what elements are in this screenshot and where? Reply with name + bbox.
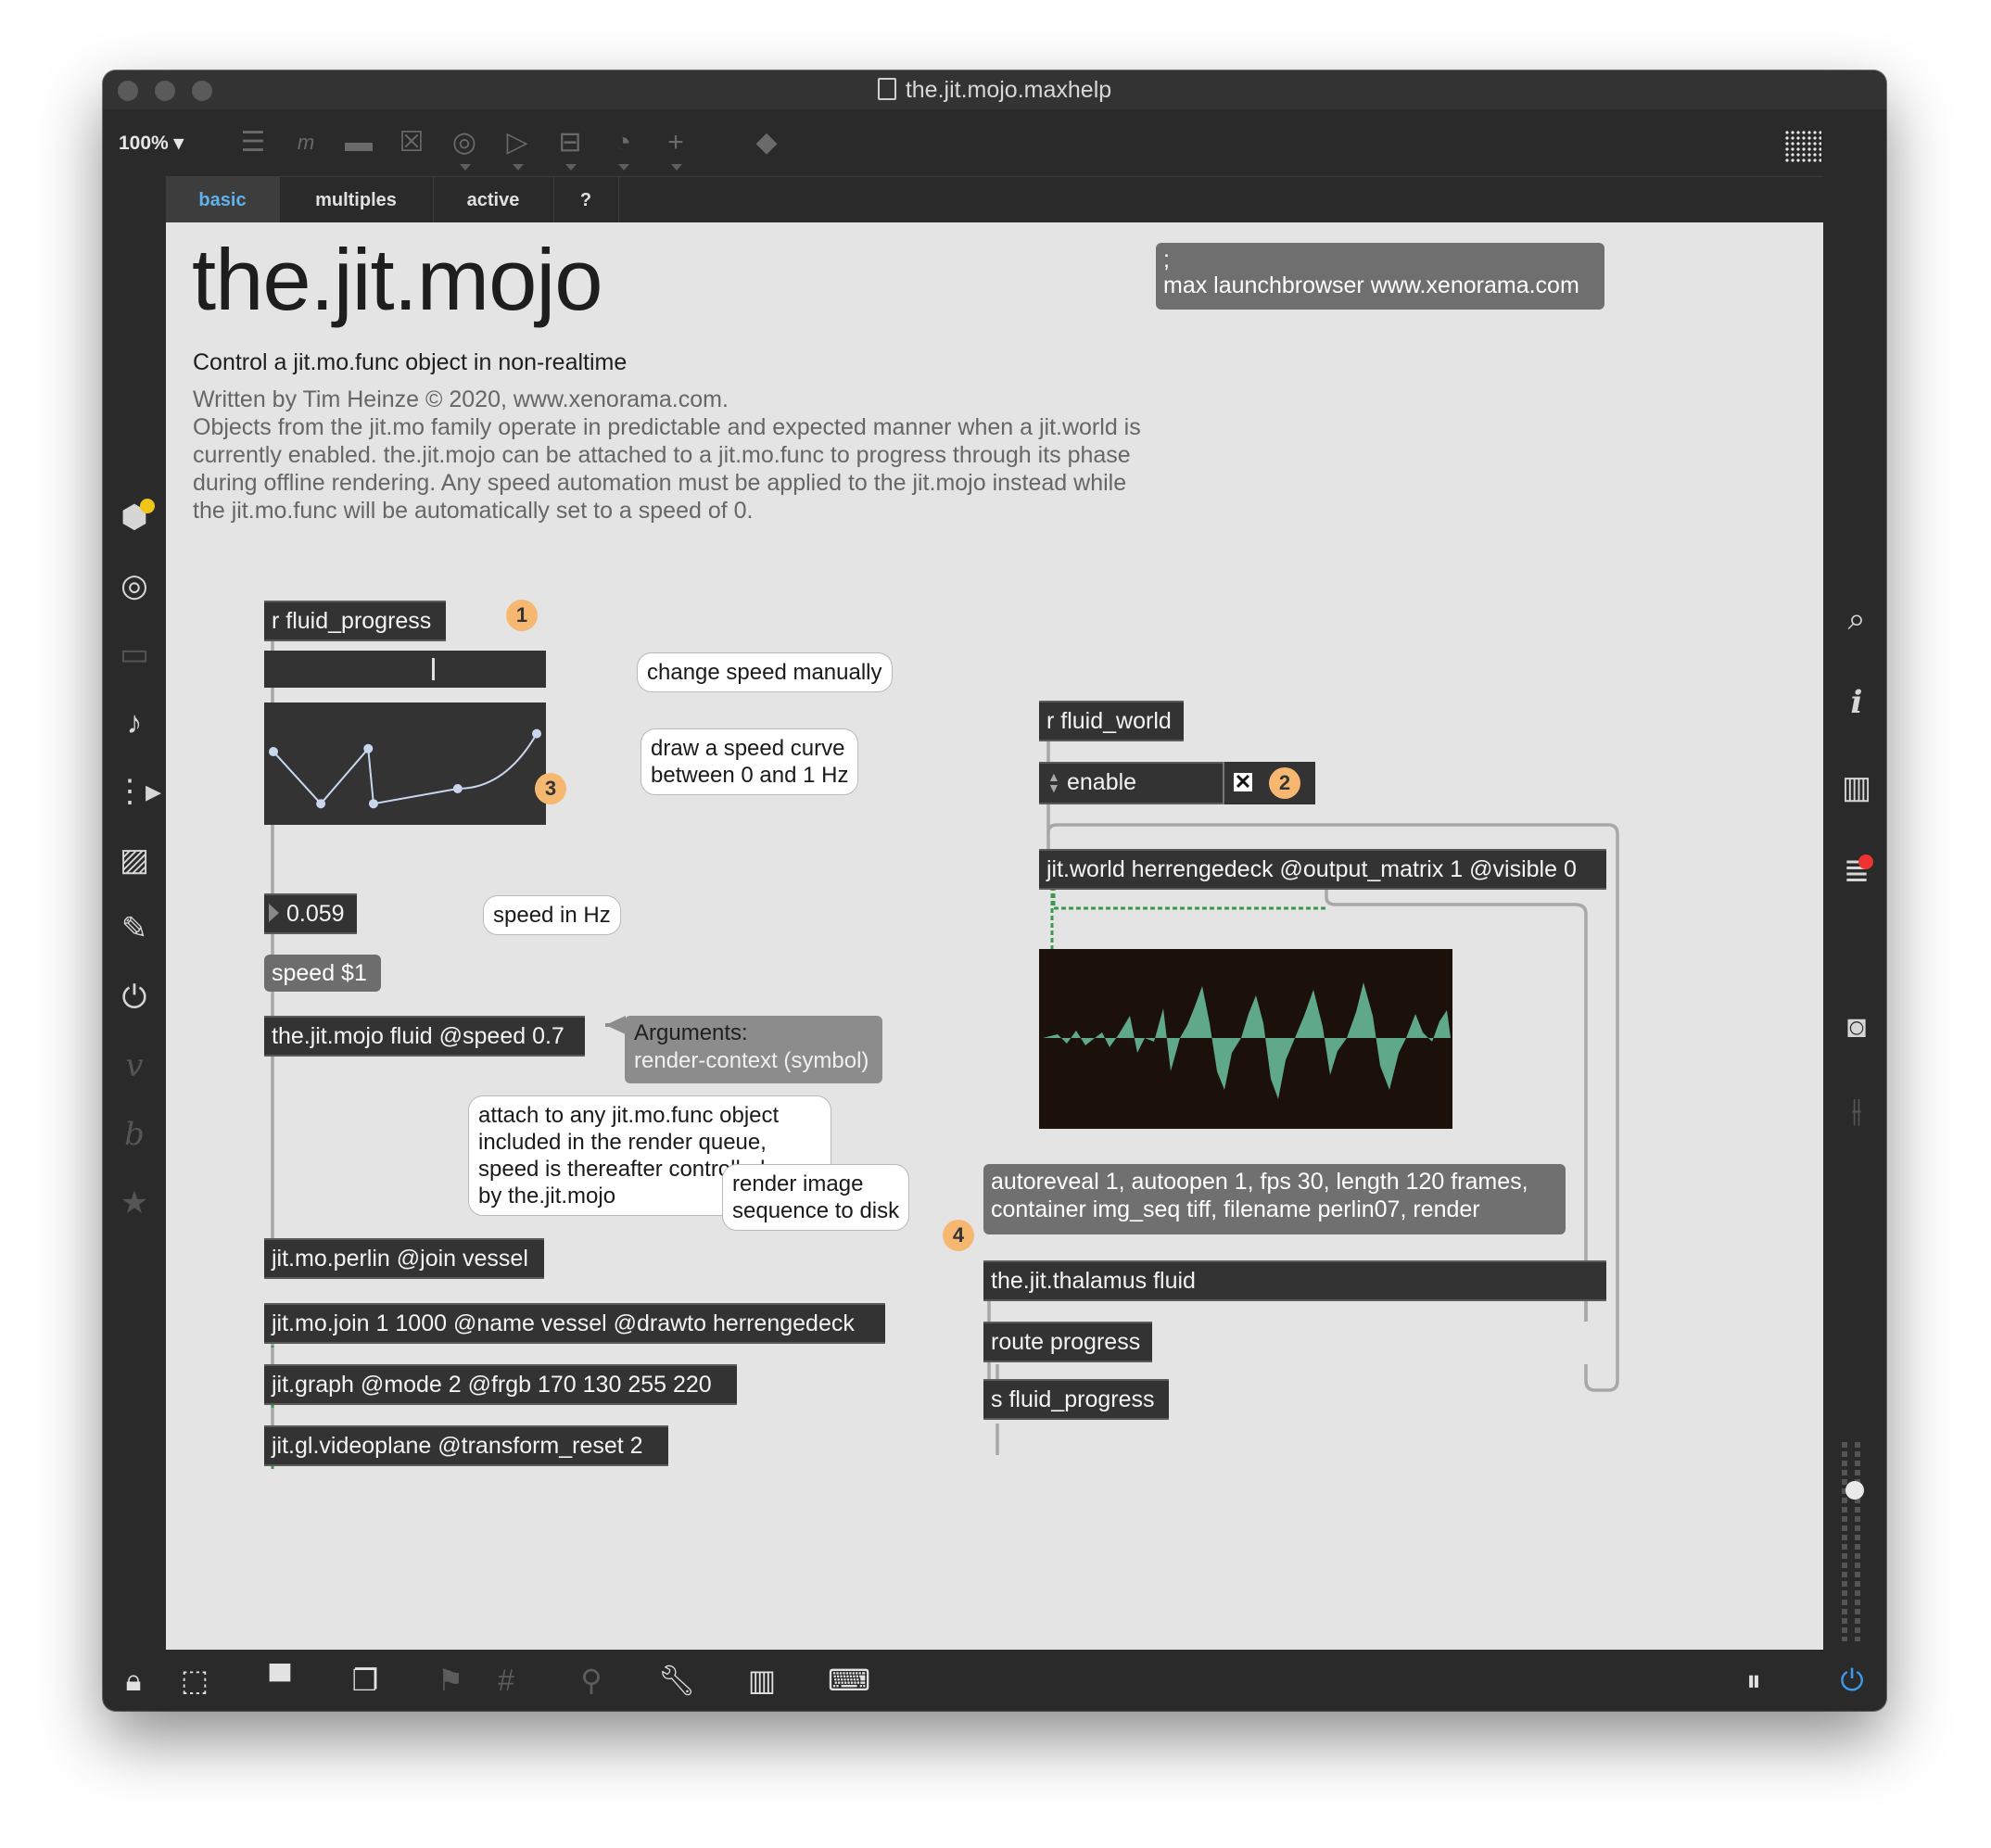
curve-breakpoint[interactable] (269, 747, 278, 757)
target-icon[interactable]: ◎ (114, 565, 155, 606)
message-box-icon[interactable]: m (288, 125, 323, 160)
tab-active[interactable]: active (433, 177, 554, 223)
arguments-box: Arguments: render-context (symbol) (625, 1016, 882, 1083)
patch-cord-icon[interactable]: ⚲ (572, 1661, 611, 1700)
receive-fluid-world-object[interactable]: r fluid_world (1039, 701, 1184, 741)
render-message[interactable]: autoreveal 1, autoopen 1, fps 30, length… (983, 1164, 1566, 1234)
comment-speed-hz: speed in Hz (483, 895, 621, 935)
comment-change-speed: change speed manually (637, 652, 893, 692)
lock-icon[interactable]: 🔒︎ (114, 1661, 153, 1700)
description: Written by Tim Heinze © 2020, www.xenora… (193, 386, 1141, 524)
image-icon[interactable]: ▨ (114, 840, 155, 880)
add-object-icon[interactable]: + (658, 125, 693, 171)
beap-icon[interactable]: b (114, 1114, 155, 1155)
comment-render-to-disk: render image sequence to disk (722, 1164, 910, 1231)
vizzie-icon[interactable]: v (114, 1045, 155, 1086)
speed-slider-thumb[interactable] (432, 658, 435, 680)
zoom-menu[interactable]: 100% ▾ (119, 132, 184, 155)
speed-slider[interactable] (264, 651, 546, 688)
patcher-canvas[interactable]: the.jit.mojo Control a jit.mo.func objec… (166, 222, 1823, 1650)
snapshot-icon[interactable]: ◙ (1836, 1006, 1877, 1047)
edit-mode-icon[interactable]: ⬚ (175, 1661, 214, 1700)
comment-icon[interactable]: ▬ (341, 125, 376, 160)
curve-breakpoint[interactable] (452, 784, 463, 793)
slider-icon[interactable]: ⊟ (552, 125, 588, 171)
enable-toggle[interactable]: ✕ (1232, 771, 1254, 793)
jit-mo-join-object[interactable]: jit.mo.join 1 1000 @name vessel @drawto … (264, 1303, 885, 1344)
mixer-icon[interactable]: ⫲ (1836, 1090, 1877, 1131)
object-box-icon[interactable]: ☰ (235, 125, 271, 160)
curve-breakpoint[interactable] (368, 799, 378, 809)
plug-icon[interactable]: ⏻ (114, 977, 155, 1018)
window-title: the.jit.mojo.maxhelp (103, 77, 1886, 104)
presentation-icon[interactable]: ▭ (114, 634, 155, 675)
render-preview (1039, 949, 1452, 1129)
toggle-icon[interactable]: ☒ (394, 125, 429, 160)
patcher-window: the.jit.mojo.maxhelp 100% ▾ ☰ m ▬ ☒ ◎ ▷ … (103, 70, 1886, 1711)
audio-pause-icon[interactable]: ⏸ (1734, 1661, 1773, 1700)
layers-icon[interactable]: ❐ (346, 1661, 385, 1700)
document-icon (877, 78, 896, 100)
comment-draw-curve: draw a speed curve between 0 and 1 Hz (640, 728, 859, 795)
page-subtitle: Control a jit.mo.func object in non-real… (193, 349, 628, 375)
the-jit-thalamus-object[interactable]: the.jit.thalamus fluid (983, 1260, 1606, 1301)
spinner-icon: ▲ ▼ (1047, 769, 1060, 795)
button-icon[interactable]: ◎ (447, 125, 482, 171)
piano-icon[interactable]: ▥ (742, 1661, 781, 1700)
notification-dot (140, 499, 155, 513)
curve-breakpoint[interactable] (363, 743, 374, 753)
function-curve-editor[interactable] (264, 702, 546, 825)
number-box-icon[interactable]: ▷ (500, 125, 535, 171)
keyboard-icon[interactable]: ⌨ (828, 1661, 870, 1700)
step-badge-2: 2 (1269, 767, 1300, 799)
page-title: the.jit.mojo (192, 231, 603, 328)
console-alert-dot (1858, 854, 1873, 869)
info-icon[interactable]: i (1836, 682, 1877, 723)
volume-knob[interactable] (1845, 1481, 1864, 1500)
dial-icon[interactable]: ◔ (605, 125, 640, 171)
title-bar: the.jit.mojo.maxhelp (103, 70, 1886, 109)
curve-breakpoint[interactable] (532, 728, 541, 739)
bottom-toolbar: 🔒︎ ⬚ ▀ ❐ ⚑ # ⚲ 🔧︎ ▥ ⌨ ⏸ ⏻ (103, 1650, 1886, 1711)
number-arrow-icon (269, 904, 279, 922)
grid-snap-icon[interactable]: # (487, 1661, 526, 1700)
step-badge-3: 3 (535, 773, 566, 804)
jit-graph-object[interactable]: jit.graph @mode 2 @frgb 170 130 255 220 (264, 1364, 737, 1405)
enable-attribute-menu[interactable]: ▲ ▼ enable (1039, 762, 1223, 804)
waveform-display (1043, 982, 1451, 1099)
step-badge-1: 1 (506, 600, 538, 631)
jit-world-object[interactable]: jit.world herrengedeck @output_matrix 1 … (1039, 849, 1606, 890)
tab-bar: basic multiples active ? (166, 176, 1823, 223)
step-badge-4: 4 (943, 1220, 974, 1251)
the-jit-mojo-object[interactable]: the.jit.mojo fluid @speed 0.7 (264, 1016, 585, 1057)
launchbrowser-message[interactable]: ; max launchbrowser www.xenorama.com (1156, 243, 1604, 310)
curve-plot (269, 728, 541, 809)
presentation-mode-icon[interactable]: ▀ (260, 1661, 299, 1700)
grid-icon[interactable] (1784, 130, 1821, 163)
reference-icon[interactable]: ▥ (1836, 767, 1877, 808)
wrench-icon[interactable]: 🔧︎ (657, 1661, 696, 1700)
send-fluid-progress-object[interactable]: s fluid_progress (983, 1379, 1169, 1420)
route-progress-object[interactable]: route progress (983, 1322, 1152, 1362)
music-note-icon[interactable]: ♪ (114, 702, 155, 743)
jit-mo-perlin-object[interactable]: jit.mo.perlin @join vessel (264, 1238, 544, 1279)
paint-bucket-icon[interactable]: ◆ (749, 125, 784, 160)
tab-help[interactable]: ? (553, 177, 619, 223)
tab-basic[interactable]: basic (166, 177, 280, 223)
speed-number-box[interactable]: 0.059 (264, 893, 357, 934)
align-icon[interactable]: ⚑ (431, 1661, 470, 1700)
curve-line (273, 733, 538, 805)
sequence-icon[interactable]: ⋮▸ (114, 771, 161, 812)
receive-fluid-progress-object[interactable]: r fluid_progress (264, 601, 446, 641)
tab-multiples[interactable]: multiples (279, 177, 434, 223)
speed-message[interactable]: speed $1 (264, 955, 381, 992)
jit-gl-videoplane-object[interactable]: jit.gl.videoplane @transform_reset 2 (264, 1425, 668, 1466)
paperclip-icon[interactable]: ✎ (114, 908, 155, 949)
volume-slider[interactable] (1840, 1442, 1871, 1641)
star-icon[interactable]: ★ (114, 1183, 155, 1223)
audio-power-icon[interactable]: ⏻ (1832, 1661, 1871, 1700)
curve-breakpoint[interactable] (316, 799, 326, 809)
toolbar: 100% ▾ ☰ m ▬ ☒ ◎ ▷ ⊟ ◔ + ◆ (103, 109, 1886, 176)
search-icon[interactable]: ⌕ (1836, 599, 1877, 639)
